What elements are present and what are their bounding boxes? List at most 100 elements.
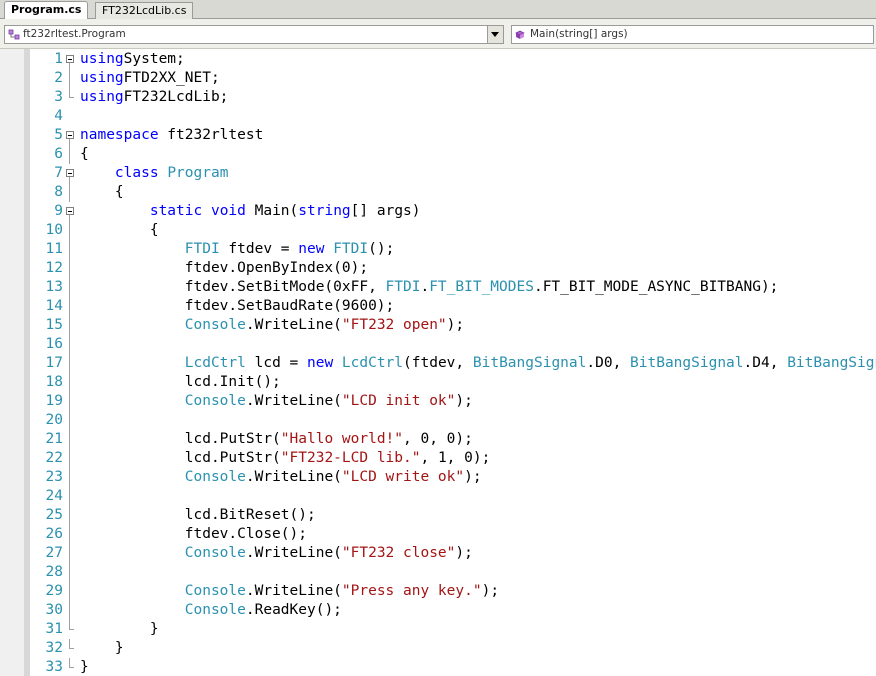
line-number: 22 xyxy=(45,450,63,466)
code-line[interactable]: 29 Console.WriteLine("Press any key."); xyxy=(0,582,876,601)
outline-guide xyxy=(66,506,75,525)
code-line[interactable]: 16 xyxy=(0,335,876,354)
collapse-toggle-icon[interactable] xyxy=(66,202,75,221)
code-line[interactable]: 25 lcd.BitReset(); xyxy=(0,506,876,525)
code-line[interactable]: 30 Console.ReadKey(); xyxy=(0,601,876,620)
outline-guide xyxy=(66,278,75,297)
code-line[interactable]: 32 } xyxy=(0,639,876,658)
code-token: } xyxy=(80,640,124,656)
code-text: usingFTD2XX_NET; xyxy=(80,69,220,88)
code-line[interactable]: 12 ftdev.OpenByIndex(0); xyxy=(0,259,876,278)
keyword-token: class xyxy=(114,165,159,181)
code-line[interactable]: 11 FTDI ftdev = new FTDI(); xyxy=(0,240,876,259)
class-icon xyxy=(8,29,20,40)
types-dropdown[interactable]: ft232rltest.Program xyxy=(4,25,504,44)
collapse-toggle-icon[interactable] xyxy=(66,126,75,145)
code-token: lcd.PutStr( xyxy=(80,450,281,466)
type-token: Program xyxy=(167,165,229,181)
keyword-token: static xyxy=(149,203,203,219)
code-line[interactable]: 13 ftdev.SetBitMode(0xFF, FTDI.FT_BIT_MO… xyxy=(0,278,876,297)
code-line[interactable]: 24 xyxy=(0,487,876,506)
collapse-toggle-icon[interactable] xyxy=(66,164,75,183)
outline-guide xyxy=(66,69,75,88)
code-line[interactable]: 9 static void Main(string[] args) xyxy=(0,202,876,221)
code-text: namespace ft232rltest xyxy=(80,126,263,145)
code-line[interactable]: 8 { xyxy=(0,183,876,202)
collapse-toggle-icon[interactable] xyxy=(66,50,75,69)
string-token: "Press any key." xyxy=(341,583,482,599)
code-token: .WriteLine( xyxy=(245,317,342,333)
line-number: 11 xyxy=(45,241,63,257)
code-line[interactable]: 20 xyxy=(0,411,876,430)
code-line[interactable]: 1 usingSystem; xyxy=(0,50,876,69)
code-text: } xyxy=(80,620,159,639)
code-line[interactable]: 10 { xyxy=(0,221,876,240)
code-line[interactable]: 18 lcd.Init(); xyxy=(0,373,876,392)
outline-guide xyxy=(66,449,75,468)
code-text: { xyxy=(80,183,124,202)
line-number: 13 xyxy=(45,279,63,295)
code-token: .D0, xyxy=(586,355,631,371)
line-number: 9 xyxy=(54,203,63,219)
code-line[interactable]: 4 xyxy=(0,107,876,126)
code-text: LcdCtrl lcd = new LcdCtrl(ftdev, BitBang… xyxy=(80,354,876,373)
code-token: , 1, 0); xyxy=(420,450,491,466)
outline-guide xyxy=(66,240,75,259)
code-token: .WriteLine( xyxy=(245,469,342,485)
code-line[interactable]: 19 Console.WriteLine("LCD init ok"); xyxy=(0,392,876,411)
keyword-token: void xyxy=(210,203,246,219)
code-text: class Program xyxy=(80,164,229,183)
type-token: FTDI xyxy=(333,241,369,257)
code-line[interactable]: 17 LcdCtrl lcd = new LcdCtrl(ftdev, BitB… xyxy=(0,354,876,373)
code-line[interactable]: 26 ftdev.Close(); xyxy=(0,525,876,544)
type-token: LcdCtrl xyxy=(341,355,404,371)
code-line[interactable]: 7 class Program xyxy=(0,164,876,183)
outline-guide xyxy=(66,221,75,240)
string-token: "LCD init ok" xyxy=(341,393,456,409)
code-line[interactable]: 21 lcd.PutStr("Hallo world!", 0, 0); xyxy=(0,430,876,449)
keyword-token: using xyxy=(80,89,124,105)
line-number: 33 xyxy=(45,659,63,675)
types-dropdown-arrow-icon[interactable] xyxy=(487,26,503,43)
code-line[interactable]: 6{ xyxy=(0,145,876,164)
outline-end xyxy=(66,620,75,639)
code-line[interactable]: 27 Console.WriteLine("FT232 close"); xyxy=(0,544,876,563)
line-number: 7 xyxy=(54,165,63,181)
code-token: .WriteLine( xyxy=(245,545,342,561)
code-token: ); xyxy=(481,583,500,599)
code-token: ftdev.SetBitMode(0xFF, xyxy=(80,279,386,295)
code-line[interactable]: 23 Console.WriteLine("LCD write ok"); xyxy=(0,468,876,487)
line-number: 26 xyxy=(45,526,63,542)
tab-program-cs[interactable]: Program.cs xyxy=(4,1,89,20)
code-line[interactable]: 33} xyxy=(0,658,876,676)
type-token: BitBangSignal xyxy=(787,355,876,371)
code-line[interactable]: 31 } xyxy=(0,620,876,639)
type-token: FTDI xyxy=(385,279,421,295)
tab-ft232lcdlib-cs[interactable]: FT232LcdLib.cs xyxy=(95,2,194,19)
code-text: } xyxy=(80,658,89,676)
line-number: 15 xyxy=(45,317,63,333)
code-text: Console.WriteLine("FT232 close"); xyxy=(80,544,473,563)
code-line[interactable]: 14 ftdev.SetBaudRate(9600); xyxy=(0,297,876,316)
members-dropdown[interactable]: Main(string[] args) xyxy=(511,25,874,44)
type-token: Console xyxy=(184,602,246,618)
code-line[interactable]: 2 usingFTD2XX_NET; xyxy=(0,69,876,88)
code-line[interactable]: 15 Console.WriteLine("FT232 open"); xyxy=(0,316,876,335)
code-text: usingFT232LcdLib; xyxy=(80,88,228,107)
type-token: Console xyxy=(184,393,246,409)
code-line[interactable]: 22 lcd.PutStr("FT232-LCD lib.", 1, 0); xyxy=(0,449,876,468)
code-line[interactable]: 5 namespace ft232rltest xyxy=(0,126,876,145)
line-number: 14 xyxy=(45,298,63,314)
code-line[interactable]: 28 xyxy=(0,563,876,582)
type-token: Console xyxy=(184,545,246,561)
line-number: 20 xyxy=(45,412,63,428)
type-token: Console xyxy=(184,583,246,599)
code-line[interactable]: 3 usingFT232LcdLib; xyxy=(0,88,876,107)
type-token: FT_BIT_MODES xyxy=(429,279,534,295)
code-token: .D4, xyxy=(743,355,788,371)
code-editor[interactable]: 1 usingSystem; 2 usingFTD2XX_NET; 3 usingFT23… xyxy=(0,49,876,676)
